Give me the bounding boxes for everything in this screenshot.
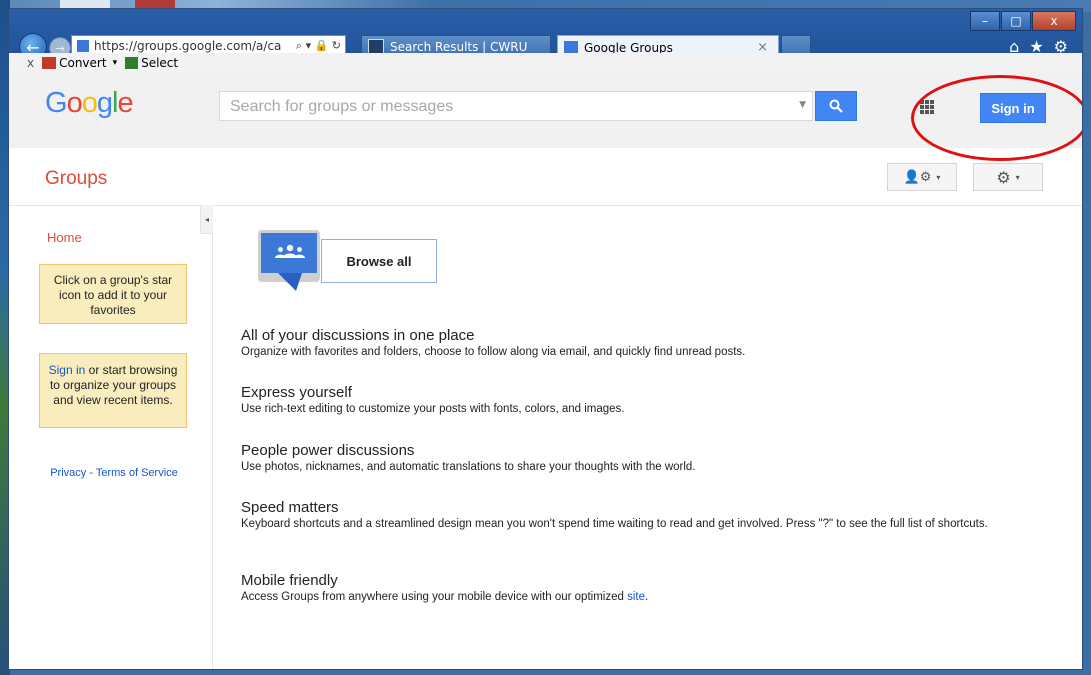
tab-label: Search Results | CWRU xyxy=(390,40,528,54)
left-sidebar: ◂ Home Click on a group's star icon to a… xyxy=(9,205,213,669)
address-url: https://groups.google.com/a/ca xyxy=(94,39,282,53)
page-favicon-icon xyxy=(77,40,89,52)
apps-grid-icon[interactable] xyxy=(920,100,934,114)
feature-item: All of your discussions in one place Org… xyxy=(241,327,1051,359)
minimize-button[interactable]: – xyxy=(970,11,1000,31)
people-settings-button[interactable]: 👤⚙ ▾ xyxy=(887,163,957,191)
feature-description: Organize with favorites and folders, cho… xyxy=(241,346,746,358)
search-box: ▼ xyxy=(219,91,813,121)
logo-letter: g xyxy=(96,87,113,119)
feature-item: Express yourself Use rich-text editing t… xyxy=(241,384,1051,416)
collapse-sidebar-icon[interactable]: ◂ xyxy=(200,205,213,234)
title-bar: – □ x ← → https://groups.google.com/a/ca… xyxy=(9,9,1082,74)
browse-all-button[interactable]: Browse all xyxy=(321,239,437,283)
convert-dropdown-icon[interactable]: ▾ xyxy=(113,58,118,68)
logo-letter: G xyxy=(45,87,68,119)
feature-description: Use photos, nicknames, and automatic tra… xyxy=(241,461,696,473)
feature-description: Access Groups from anywhere using your m… xyxy=(241,590,1051,604)
privacy-link[interactable]: Privacy xyxy=(50,467,86,479)
feature-title: People power discussions xyxy=(241,442,415,459)
feature-title: Mobile friendly xyxy=(241,572,338,589)
feature-title: All of your discussions in one place xyxy=(241,327,475,344)
search-dropdown-icon[interactable]: ▼ xyxy=(799,100,806,110)
chevron-down-icon: ▾ xyxy=(936,172,941,182)
groups-title[interactable]: Groups xyxy=(45,168,107,190)
feature-title: Express yourself xyxy=(241,384,352,401)
feature-item: Speed matters Keyboard shortcuts and a s… xyxy=(241,499,1051,531)
gear-icon: ⚙ xyxy=(996,167,1011,187)
groups-bar: Groups 👤⚙ ▾ ⚙ ▾ xyxy=(9,148,1082,206)
logo-letter: o xyxy=(66,87,83,119)
people-icon: 👤⚙ xyxy=(903,169,932,185)
pdf-convert-icon xyxy=(42,57,57,69)
chevron-down-icon: ▾ xyxy=(1015,172,1020,182)
command-bar: x Convert ▾ Select xyxy=(9,53,1082,74)
sign-in-link[interactable]: Sign in xyxy=(49,363,86,377)
window-controls: – □ x xyxy=(970,11,1076,31)
close-toolbar-icon[interactable]: x xyxy=(27,56,34,70)
sign-in-hint: Sign in or start browsing to organize yo… xyxy=(39,353,187,428)
terms-link[interactable]: Terms of Service xyxy=(96,467,178,479)
search-button[interactable] xyxy=(815,91,857,121)
close-window-button[interactable]: x xyxy=(1032,11,1076,31)
search-icon xyxy=(829,99,843,113)
sign-in-button[interactable]: Sign in xyxy=(980,93,1046,123)
google-logo[interactable]: Google xyxy=(45,87,134,120)
sidebar-item-home[interactable]: Home xyxy=(47,230,82,245)
favorites-hint: Click on a group's star icon to add it t… xyxy=(39,264,187,324)
page-content: Google ▼ Sign in Groups 👤⚙ ▾ xyxy=(9,73,1082,669)
settings-button[interactable]: ⚙ ▾ xyxy=(973,163,1043,191)
feature-item: People power discussions Use photos, nic… xyxy=(241,442,1051,474)
feature-description: Use rich-text editing to customize your … xyxy=(241,403,625,415)
feature-text: Access Groups from anywhere using your m… xyxy=(241,591,628,603)
site-link[interactable]: site xyxy=(627,591,645,603)
footer-separator: - xyxy=(86,467,96,479)
feature-description: Keyboard shortcuts and a streamlined des… xyxy=(241,518,988,530)
logo-letter: e xyxy=(117,87,133,119)
maximize-button[interactable]: □ xyxy=(1001,11,1031,31)
logo-letter: o xyxy=(81,87,98,119)
feature-item: Mobile friendly Access Groups from anywh… xyxy=(241,572,1051,604)
feature-title: Speed matters xyxy=(241,499,339,516)
select-icon xyxy=(125,57,139,69)
footer-links: Privacy - Terms of Service xyxy=(9,467,219,479)
search-input[interactable] xyxy=(228,93,792,121)
browser-window: – □ x ← → https://groups.google.com/a/ca… xyxy=(8,8,1083,670)
feature-text-end: . xyxy=(644,591,649,603)
address-bar-icons[interactable]: ⌕ ▾ 🔒 ↻ xyxy=(296,39,345,53)
convert-button[interactable]: Convert xyxy=(59,56,106,70)
select-button[interactable]: Select xyxy=(141,56,178,70)
google-header: Google ▼ Sign in xyxy=(9,73,1082,148)
groups-logo-icon xyxy=(258,230,320,292)
